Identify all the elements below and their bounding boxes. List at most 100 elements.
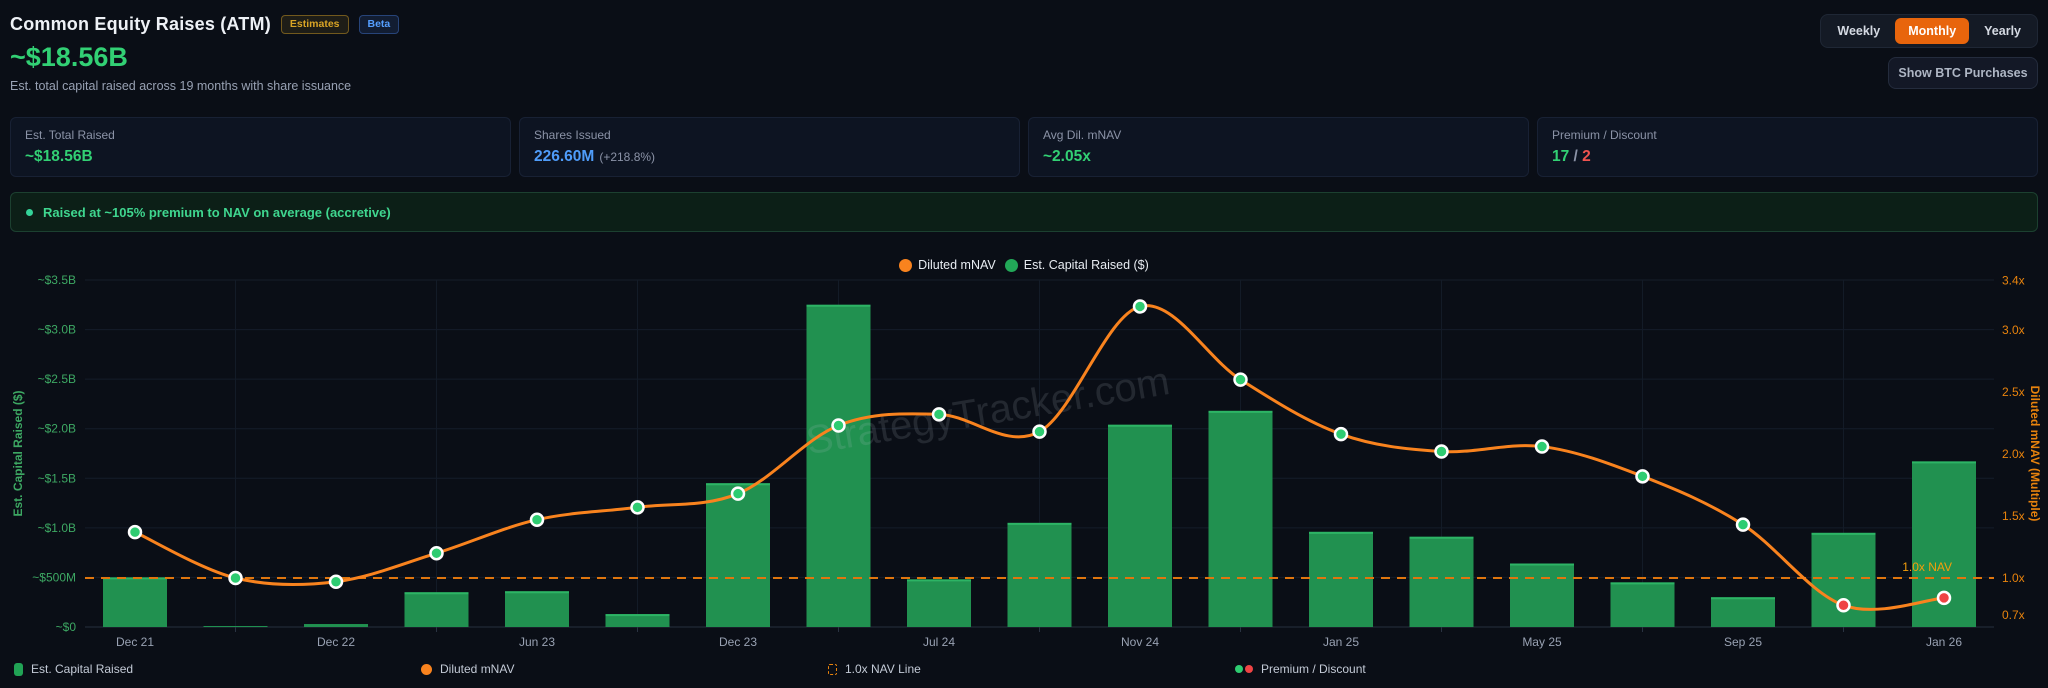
bar[interactable]: [1510, 564, 1574, 627]
orange-dot-icon: [899, 259, 912, 272]
mnav-point-premium[interactable]: [933, 408, 945, 420]
card-value: 226.60M (+218.8%): [534, 148, 1005, 166]
card-est-total-raised: Est. Total Raised ~$18.56B: [10, 117, 511, 177]
bar[interactable]: [304, 624, 368, 627]
bar[interactable]: [1209, 411, 1273, 627]
bar[interactable]: [1611, 582, 1675, 627]
banner-text: Raised at ~105% premium to NAV on averag…: [43, 205, 391, 220]
combo-chart-container: StrategyTracker.com1.0x NAV~$3.5B~$3.0B~…: [0, 238, 2048, 661]
mnav-point-premium[interactable]: [1134, 300, 1146, 312]
bar[interactable]: [405, 592, 469, 627]
mnav-point-premium[interactable]: [632, 501, 644, 513]
toggle-weekly[interactable]: Weekly: [1824, 18, 1893, 44]
right-axis-tick-label: 1.5x: [2002, 509, 2025, 523]
card-avg-dil-mnav: Avg Dil. mNAV ~2.05x: [1028, 117, 1529, 177]
left-axis-tick-label: ~$3.0B: [38, 323, 76, 337]
mnav-point-premium[interactable]: [1335, 428, 1347, 440]
mnav-point-premium[interactable]: [732, 488, 744, 500]
mnav-point-premium[interactable]: [1737, 519, 1749, 531]
mnav-point-premium[interactable]: [1637, 470, 1649, 482]
legend-label: Est. Capital Raised: [31, 662, 133, 676]
legend-item-premium-discount: Premium / Discount: [1235, 662, 1366, 676]
legend-label: Diluted mNAV: [440, 662, 514, 676]
green-bar-swatch-icon: [14, 663, 23, 676]
toggle-yearly[interactable]: Yearly: [1971, 18, 2034, 44]
total-raised-headline-value: ~$18.56B: [10, 42, 399, 73]
bar[interactable]: [204, 626, 268, 627]
card-label: Premium / Discount: [1552, 128, 2023, 142]
x-axis-label: Dec 22: [317, 635, 355, 649]
legend-label: Diluted mNAV: [918, 258, 996, 272]
x-axis-label: Sep 25: [1724, 635, 1762, 649]
legend-label: Premium / Discount: [1261, 662, 1366, 676]
legend-item-est-capital-raised[interactable]: Est. Capital Raised ($): [1005, 258, 1149, 272]
header-right: Weekly Monthly Yearly Show BTC Purchases: [1820, 14, 2038, 89]
mnav-point-premium[interactable]: [1034, 426, 1046, 438]
dashboard: Common Equity Raises (ATM) Estimates Bet…: [0, 0, 2048, 688]
legend-label: Est. Capital Raised ($): [1024, 258, 1149, 272]
x-axis-label: Jan 25: [1323, 635, 1359, 649]
orange-dot-icon: [421, 664, 432, 675]
mnav-point-premium[interactable]: [129, 526, 141, 538]
right-axis-tick-label: 3.0x: [2002, 323, 2025, 337]
chart-legend-top: Diluted mNAV Est. Capital Raised ($): [0, 258, 2048, 272]
nav-line-label: 1.0x NAV: [1902, 560, 1952, 574]
mnav-point-premium[interactable]: [1436, 446, 1448, 458]
left-axis-tick-label: ~$1.5B: [38, 471, 76, 485]
bar[interactable]: [1309, 532, 1373, 627]
shares-issued-change: (+218.8%): [599, 150, 655, 164]
card-value: 17 / 2: [1552, 148, 2023, 166]
premium-count: 17: [1552, 148, 1569, 165]
legend-item-diluted-mnav[interactable]: Diluted mNAV: [899, 258, 996, 272]
legend-item-est-capital-raised: Est. Capital Raised: [14, 662, 133, 676]
mnav-point-premium[interactable]: [531, 514, 543, 526]
x-axis-label: Nov 24: [1121, 635, 1159, 649]
bar[interactable]: [907, 579, 971, 627]
dashed-line-swatch-icon: [828, 664, 837, 675]
mnav-point-discount[interactable]: [1838, 599, 1850, 611]
bar[interactable]: [1711, 597, 1775, 627]
bar[interactable]: [1008, 523, 1072, 627]
right-axis-tick-label: 0.7x: [2002, 608, 2025, 622]
card-shares-issued: Shares Issued 226.60M (+218.8%): [519, 117, 1020, 177]
mnav-point-premium[interactable]: [1235, 374, 1247, 386]
bar[interactable]: [1108, 425, 1172, 627]
left-axis-tick-label: ~$3.5B: [38, 273, 76, 287]
toggle-monthly[interactable]: Monthly: [1895, 18, 1969, 44]
card-value: ~2.05x: [1043, 148, 1514, 166]
bar[interactable]: [103, 577, 167, 627]
bar[interactable]: [1410, 537, 1474, 627]
bar[interactable]: [505, 591, 569, 627]
mnav-point-premium[interactable]: [330, 576, 342, 588]
separator: /: [1569, 148, 1582, 165]
legend-item-diluted-mnav: Diluted mNAV: [421, 662, 514, 676]
beta-badge: Beta: [359, 15, 400, 34]
right-axis-tick-label: 1.0x: [2002, 571, 2025, 585]
x-axis-label: Jul 24: [923, 635, 955, 649]
x-axis-label: Dec 23: [719, 635, 757, 649]
left-axis-tick-label: ~$500M: [32, 570, 76, 584]
stat-cards: Est. Total Raised ~$18.56B Shares Issued…: [10, 117, 2038, 177]
left-axis-tick-label: ~$2.0B: [38, 422, 76, 436]
left-axis-tick-label: ~$1.0B: [38, 521, 76, 535]
legend-item-nav-line: 1.0x NAV Line: [828, 662, 921, 676]
mnav-point-premium[interactable]: [1536, 441, 1548, 453]
card-label: Avg Dil. mNAV: [1043, 128, 1514, 142]
mnav-point-premium[interactable]: [230, 572, 242, 584]
x-axis-label: Jan 26: [1926, 635, 1962, 649]
left-axis-tick-label: ~$2.5B: [38, 372, 76, 386]
left-axis-title: Est. Capital Raised ($): [11, 390, 25, 516]
bar[interactable]: [1812, 533, 1876, 627]
card-label: Shares Issued: [534, 128, 1005, 142]
card-premium-discount: Premium / Discount 17 / 2: [1537, 117, 2038, 177]
card-label: Est. Total Raised: [25, 128, 496, 142]
x-axis-label: May 25: [1522, 635, 1562, 649]
discount-count: 2: [1582, 148, 1591, 165]
estimates-badge: Estimates: [281, 15, 349, 34]
bar[interactable]: [706, 483, 770, 627]
mnav-point-premium[interactable]: [833, 419, 845, 431]
show-btc-purchases-button[interactable]: Show BTC Purchases: [1888, 57, 2038, 89]
shares-issued-value: 226.60M: [534, 148, 594, 165]
mnav-point-premium[interactable]: [431, 547, 443, 559]
mnav-point-discount[interactable]: [1938, 592, 1950, 604]
